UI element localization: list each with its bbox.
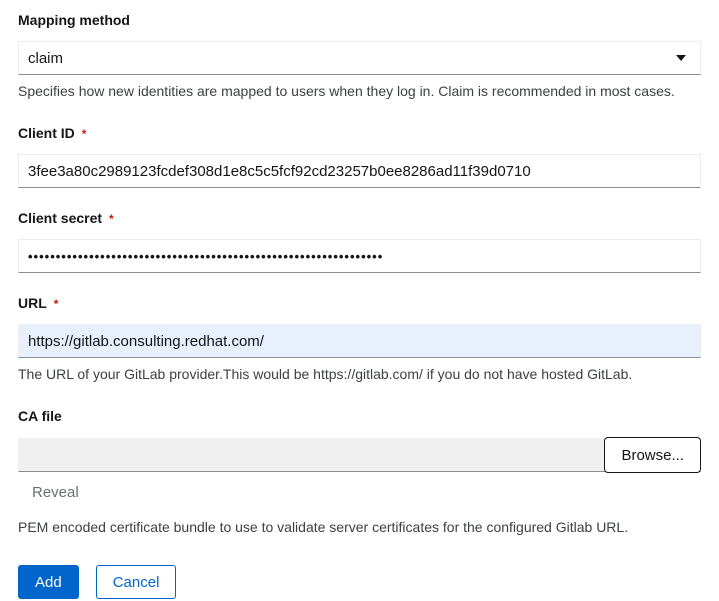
ca-file-filename-input[interactable] — [18, 438, 701, 472]
form-actions: Add Cancel — [18, 565, 701, 599]
mapping-method-label: Mapping method — [18, 12, 130, 28]
required-asterisk-icon: * — [53, 297, 59, 311]
client-secret-label: Client secret — [18, 210, 103, 226]
required-asterisk-icon: * — [109, 212, 114, 226]
required-asterisk-icon: * — [81, 127, 87, 141]
client-id-label: Client ID — [18, 125, 75, 141]
browse-button[interactable]: Browse... — [604, 437, 701, 473]
client-secret-label-row: Client secret * — [18, 210, 701, 226]
mapping-method-help: Specifies how new identities are mapped … — [18, 83, 675, 99]
mapping-method-select[interactable]: claim — [18, 41, 701, 75]
ca-file-upload-row: Browse... — [18, 437, 701, 473]
ca-file-group: CA file Browse... Reveal PEM encoded cer… — [18, 408, 701, 536]
chevron-down-icon — [676, 55, 686, 61]
mapping-method-group: Mapping method claim Specifies how new i… — [18, 12, 701, 100]
reveal-button[interactable]: Reveal — [32, 484, 79, 501]
url-help: The URL of your GitLab provider.This wou… — [18, 366, 633, 382]
mapping-method-label-row: Mapping method — [18, 12, 701, 28]
url-input[interactable] — [18, 324, 701, 358]
ca-file-label-row: CA file — [18, 408, 701, 424]
client-id-label-row: Client ID * — [18, 125, 701, 141]
mapping-method-selected-value: claim — [28, 49, 64, 67]
url-label-row: URL * — [18, 295, 701, 311]
client-id-group: Client ID * — [18, 125, 701, 188]
client-secret-group: Client secret * — [18, 210, 701, 273]
client-secret-input[interactable] — [18, 239, 701, 273]
identity-provider-form: Mapping method claim Specifies how new i… — [0, 0, 719, 601]
ca-file-label: CA file — [18, 408, 62, 424]
cancel-button[interactable]: Cancel — [95, 565, 177, 599]
ca-file-help: PEM encoded certificate bundle to use to… — [18, 519, 629, 535]
url-label: URL — [18, 295, 47, 311]
client-id-input[interactable] — [18, 154, 701, 188]
add-button[interactable]: Add — [18, 565, 79, 599]
url-group: URL * The URL of your GitLab provider.Th… — [18, 295, 701, 383]
